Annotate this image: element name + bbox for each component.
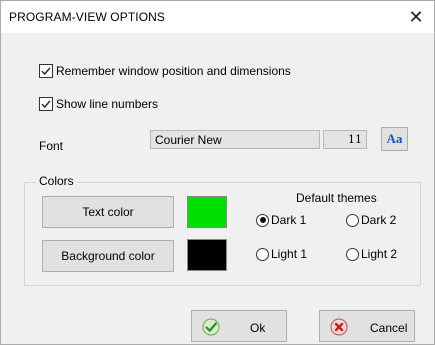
text-color-button[interactable]: Text color [42,196,174,228]
show-line-numbers-checkbox[interactable]: Show line numbers [39,97,158,111]
checkbox-box[interactable] [39,64,53,78]
theme-radio-label: Dark 2 [361,213,397,227]
cancel-button[interactable]: Cancel [319,310,415,342]
font-label: Font [39,139,64,153]
dialog-title: PROGRAM-VIEW OPTIONS [9,10,166,24]
checkbox-box[interactable] [39,97,53,111]
radio-circle[interactable] [346,213,359,227]
font-icon: Aa [386,131,403,146]
background-color-button[interactable]: Background color [42,240,174,272]
theme-radio-light-2[interactable]: Light 2 [346,247,397,261]
close-button[interactable]: ✕ [404,5,428,29]
options-dialog: PROGRAM-VIEW OPTIONS ✕ Remember window p… [0,0,435,345]
check-icon [202,318,220,339]
ok-button[interactable]: Ok [191,310,287,342]
title-bar: PROGRAM-VIEW OPTIONS ✕ [1,1,434,33]
check-mark-icon [41,67,51,76]
theme-radio-dark-2[interactable]: Dark 2 [346,213,396,227]
background-color-swatch[interactable] [187,239,227,271]
radio-dot [259,217,266,223]
remember-position-checkbox[interactable]: Remember window position and dimensions [39,64,291,78]
theme-radio-label: Light 2 [361,247,398,261]
radio-circle[interactable] [256,247,269,261]
cancel-button-label: Cancel [370,321,408,335]
radio-circle[interactable] [256,213,269,227]
check-mark-icon [41,100,51,109]
colors-group-label: Colors [36,174,77,188]
remember-position-label: Remember window position and dimensions [56,64,291,78]
cancel-icon [330,318,348,339]
theme-radio-label: Light 1 [271,247,308,261]
font-size-field[interactable]: 11 [323,130,367,149]
default-themes-label: Default themes [296,191,377,205]
ok-button-label: Ok [250,321,266,335]
choose-font-button[interactable]: Aa [381,127,408,151]
theme-radio-light-1[interactable]: Light 1 [256,247,307,261]
theme-radio-dark-1[interactable]: Dark 1 [256,213,306,227]
text-color-swatch[interactable] [187,196,227,228]
show-line-numbers-label: Show line numbers [56,97,159,111]
font-name-field[interactable]: Courier New [150,130,320,149]
theme-radio-label: Dark 1 [271,213,307,227]
radio-circle[interactable] [346,247,359,261]
